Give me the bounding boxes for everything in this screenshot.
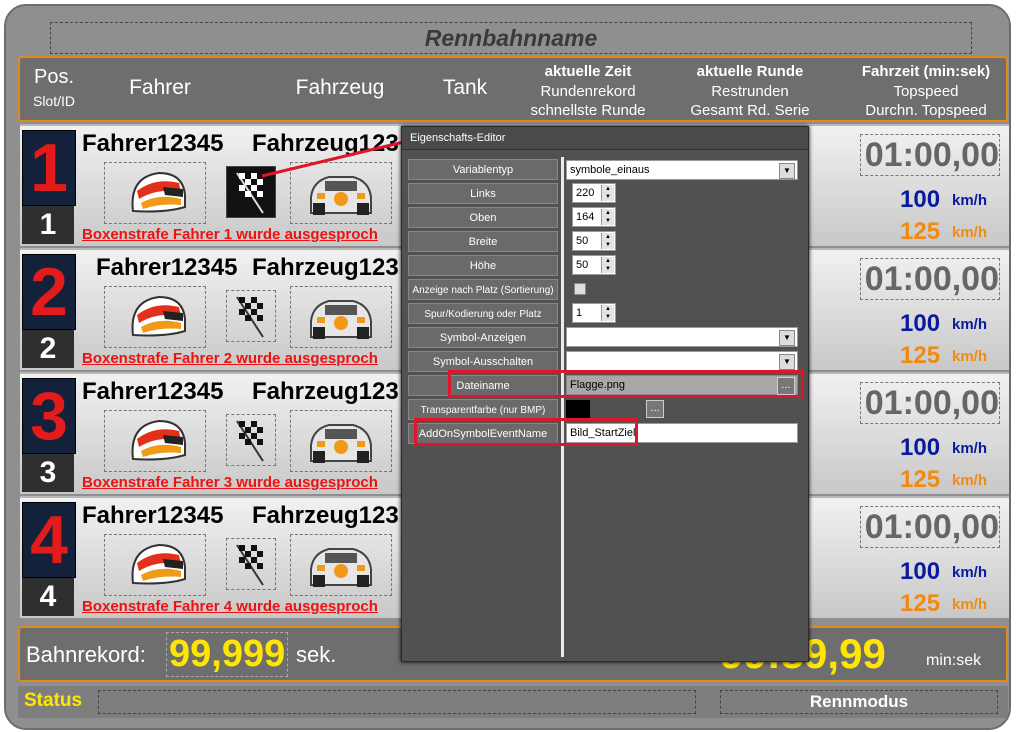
prop-label-spur: Spur/Kodierung oder Platz (408, 303, 558, 324)
anzeige-platz-checkbox[interactable] (574, 283, 586, 295)
spin-arrows-icon[interactable]: ▲ ▼ (601, 209, 614, 225)
spin-arrows-icon[interactable]: ▲ ▼ (601, 233, 614, 249)
symbol-anzeigen-select[interactable]: ▼ (566, 327, 798, 347)
prop-label-anzeige-platz: Anzeige nach Platz (Sortierung) (408, 279, 558, 300)
hoehe-value: 50 (576, 259, 589, 271)
prop-label-variablentyp: Variablentyp (408, 159, 558, 180)
chevron-down-icon[interactable]: ▼ (779, 354, 795, 370)
breite-value: 50 (576, 235, 589, 247)
oben-value: 164 (576, 211, 595, 223)
variablentyp-select[interactable]: symbole_einaus ▼ (566, 160, 798, 180)
property-values: symbole_einaus ▼ 220 ▲ ▼ 164 ▲ ▼ 50 ▲ ▼ 50 ▲ ▼ 1 ▲… (566, 157, 800, 657)
prop-label-symbol-ausschalten: Symbol-Ausschalten (408, 351, 558, 372)
color-swatch[interactable] (566, 400, 590, 418)
chevron-down-icon[interactable]: ▼ (779, 330, 795, 346)
highlight-dateiname (448, 370, 804, 398)
links-stepper[interactable]: 220 ▲ ▼ (572, 183, 616, 203)
spur-value: 1 (576, 307, 583, 319)
property-labels: Variablentyp Links Oben Breite Höhe Anze… (408, 157, 560, 657)
breite-stepper[interactable]: 50 ▲ ▼ (572, 231, 616, 251)
property-divider[interactable] (561, 157, 564, 657)
spin-arrows-icon[interactable]: ▲ ▼ (601, 305, 614, 321)
variablentyp-value: symbole_einaus (570, 164, 650, 176)
color-browse-button[interactable]: ... (646, 400, 664, 418)
spin-arrows-icon[interactable]: ▲ ▼ (601, 185, 614, 201)
oben-stepper[interactable]: 164 ▲ ▼ (572, 207, 616, 227)
prop-label-hoehe: Höhe (408, 255, 558, 276)
highlight-addon-event (414, 418, 638, 446)
links-value: 220 (576, 187, 595, 199)
prop-label-transparentfarbe: Transparentfarbe (nur BMP) (408, 399, 558, 420)
property-editor-title[interactable]: Eigenschafts-Editor (402, 127, 808, 150)
prop-label-breite: Breite (408, 231, 558, 252)
hoehe-stepper[interactable]: 50 ▲ ▼ (572, 255, 616, 275)
spin-arrows-icon[interactable]: ▲ ▼ (601, 257, 614, 273)
prop-label-oben: Oben (408, 207, 558, 228)
prop-label-links: Links (408, 183, 558, 204)
spur-stepper[interactable]: 1 ▲ ▼ (572, 303, 616, 323)
prop-label-symbol-anzeigen: Symbol-Anzeigen (408, 327, 558, 348)
symbol-ausschalten-select[interactable]: ▼ (566, 351, 798, 371)
chevron-down-icon[interactable]: ▼ (779, 163, 795, 179)
